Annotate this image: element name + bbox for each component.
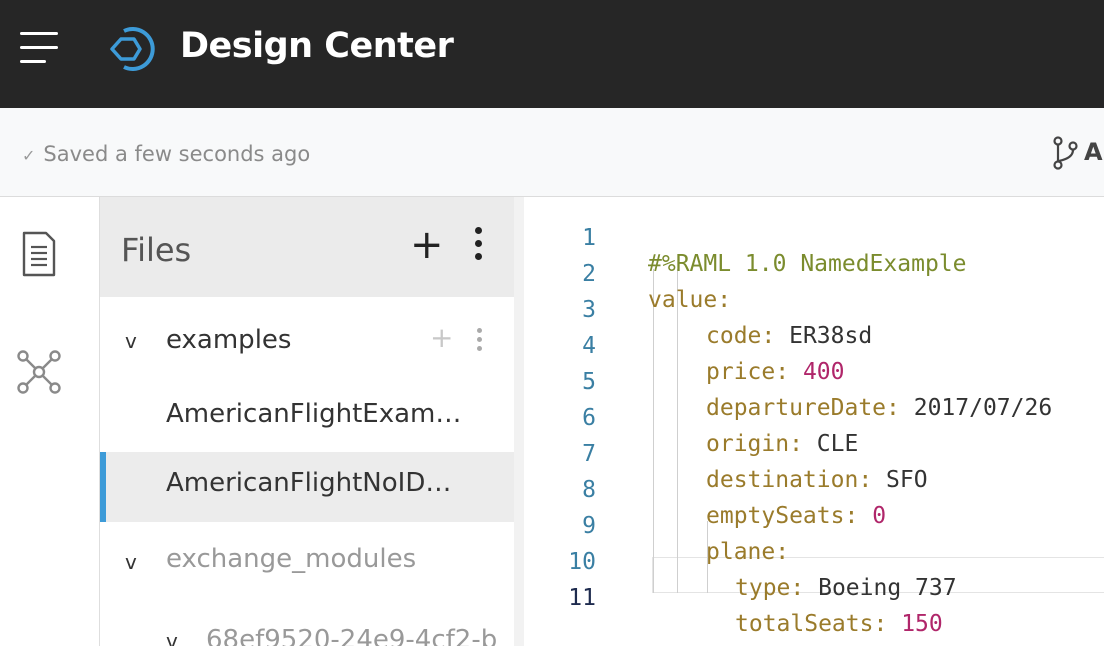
chevron-down-icon[interactable]: v (125, 329, 137, 353)
code-line: 8 emptySeats: 0 (524, 451, 1104, 529)
code-sep: : (873, 611, 902, 637)
add-file-button[interactable]: + (410, 225, 444, 265)
files-title: Files (121, 231, 192, 269)
tree-file-label: AmericanFlightExam… (166, 399, 462, 429)
panel-divider[interactable] (514, 197, 524, 646)
tree-folder-label: exchange_modules (166, 544, 417, 574)
left-rail (0, 197, 100, 646)
app-title: Design Center (180, 26, 454, 66)
add-to-folder-button[interactable]: + (430, 321, 453, 354)
branch-label[interactable]: A (1084, 138, 1103, 166)
tree-file-american-flight-noid[interactable]: AmericanFlightNoID… (100, 452, 514, 522)
code-value: 150 (901, 611, 943, 637)
code-line: 5 departureDate: 2017/07/26 (524, 343, 1104, 421)
files-header: Files + (100, 197, 514, 297)
branch-icon[interactable] (1052, 136, 1080, 170)
tree-folder-label: 68ef9520-24e9-4cf2-b (206, 625, 498, 646)
tree-folder-label: examples (166, 325, 292, 355)
status-bar: ✓ Saved a few seconds ago (0, 108, 1104, 197)
files-panel: Files + v examples + AmericanFlightExam…… (100, 197, 514, 646)
selected-indicator (100, 452, 106, 522)
tree-folder-exchange-module-id[interactable]: v 68ef9520-24e9-4cf2-b (100, 599, 514, 646)
line-number: 11 (568, 585, 596, 611)
folder-more-icon[interactable] (477, 328, 482, 351)
tree-file-american-flight-example[interactable]: AmericanFlightExam… (100, 383, 514, 453)
menu-icon[interactable] (20, 30, 60, 66)
code-line: 7 destination: SFO (524, 415, 1104, 493)
code-line: 2 value: (524, 235, 1104, 313)
tree-folder-examples[interactable]: v examples + (100, 307, 514, 377)
tree-file-label: AmericanFlightNoID… (166, 468, 452, 498)
chevron-down-icon[interactable]: v (166, 629, 178, 646)
top-bar: Design Center (0, 0, 1104, 108)
dependency-graph-icon[interactable] (16, 349, 62, 395)
saved-status: ✓ Saved a few seconds ago (22, 142, 310, 166)
code-editor[interactable]: 1 #%RAML 1.0 NamedExample 2 value: 3 cod… (524, 197, 1104, 646)
code-line: 1 #%RAML 1.0 NamedExample (524, 199, 1104, 277)
code-line: 3 code: ER38sd (524, 271, 1104, 349)
code-line: 4 price: 400 (524, 307, 1104, 385)
tree-folder-exchange-modules[interactable]: v exchange_modules (100, 528, 514, 598)
code-line: 11 totalSeats: 150 (524, 559, 1104, 637)
check-icon: ✓ (22, 146, 36, 165)
document-icon[interactable] (22, 231, 56, 277)
code-line: 9 plane: (524, 487, 1104, 565)
saved-status-text: Saved a few seconds ago (43, 142, 311, 166)
design-center-logo-icon (110, 27, 155, 71)
chevron-down-icon[interactable]: v (125, 550, 137, 574)
code-line: 6 origin: CLE (524, 379, 1104, 457)
code-line: 10 type: Boeing 737 (524, 523, 1104, 601)
code-key: totalSeats (735, 611, 874, 637)
files-more-icon[interactable] (475, 227, 482, 260)
